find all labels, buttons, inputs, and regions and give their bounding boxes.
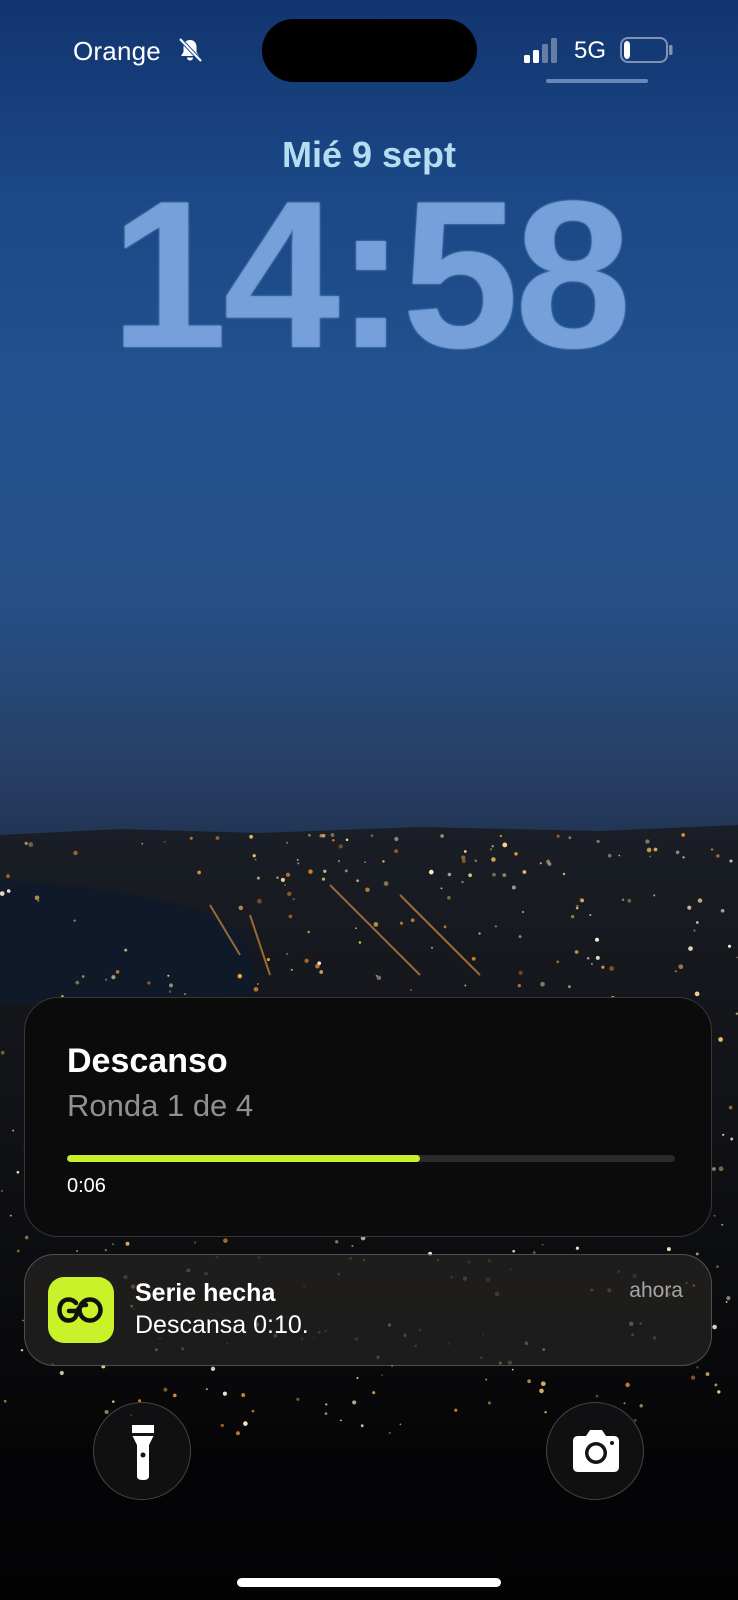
go-app-icon (48, 1277, 114, 1343)
dynamic-island (262, 19, 477, 82)
home-indicator[interactable] (237, 1578, 501, 1587)
carrier-name: Orange (73, 36, 161, 66)
live-activity-title: Descanso (67, 1042, 228, 1080)
live-activity-card[interactable]: Descanso Ronda 1 de 4 0:06 (24, 997, 712, 1237)
status-bar: Orange 5G (0, 0, 738, 100)
network-type: 5G (574, 37, 607, 64)
live-activity-subtitle: Ronda 1 de 4 (67, 1088, 254, 1123)
lockscreen-clock: 14:58 (110, 157, 631, 392)
flashlight-button[interactable] (93, 1402, 191, 1500)
elapsed-time: 0:06 (67, 1175, 106, 1197)
notification-body: Descansa 0:10. (135, 1311, 309, 1339)
battery-icon (620, 37, 673, 63)
cellular-signal-icon (524, 38, 557, 63)
notification-time: ahora (629, 1279, 683, 1302)
camera-icon (573, 1430, 619, 1472)
status-indicator-line (546, 79, 648, 83)
notification-title: Serie hecha (135, 1279, 276, 1307)
rest-progress-fill (67, 1155, 420, 1162)
camera-button[interactable] (546, 1402, 644, 1500)
notification-card[interactable]: Serie hecha Descansa 0:10. ahora (24, 1254, 712, 1366)
bell-slash-icon (178, 37, 203, 63)
rest-progress-track (67, 1155, 675, 1162)
flashlight-icon (132, 1425, 154, 1480)
